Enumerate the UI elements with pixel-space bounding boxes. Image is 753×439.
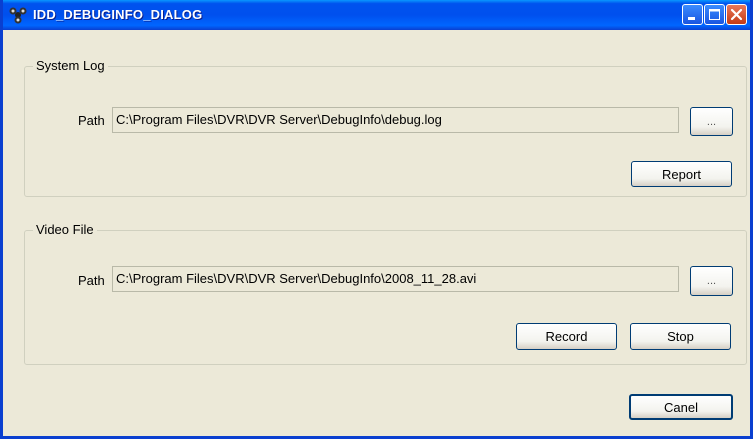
system-log-path-field[interactable]: C:\Program Files\DVR\DVR Server\DebugInf… bbox=[112, 107, 679, 133]
dvr-app-icon bbox=[9, 7, 27, 24]
system-log-browse-button[interactable]: ... bbox=[690, 107, 733, 136]
system-log-path-label: Path bbox=[78, 113, 105, 128]
cancel-button[interactable]: Canel bbox=[629, 394, 733, 420]
close-button[interactable] bbox=[726, 4, 747, 25]
video-file-path-field[interactable]: C:\Program Files\DVR\DVR Server\DebugInf… bbox=[112, 266, 679, 292]
video-file-path-label: Path bbox=[78, 273, 105, 288]
debuginfo-dialog: IDD_DEBUGINFO_DIALOG System Log Path C:\… bbox=[0, 0, 753, 439]
window-title: IDD_DEBUGINFO_DIALOG bbox=[33, 7, 203, 22]
maximize-icon bbox=[709, 9, 720, 20]
minimize-icon bbox=[688, 17, 695, 20]
minimize-button[interactable] bbox=[682, 4, 703, 25]
video-file-group-label: Video File bbox=[33, 222, 97, 237]
system-log-group-label: System Log bbox=[33, 58, 108, 73]
maximize-button[interactable] bbox=[704, 4, 725, 25]
close-icon bbox=[730, 8, 743, 21]
report-button[interactable]: Report bbox=[631, 161, 732, 187]
video-file-browse-button[interactable]: ... bbox=[690, 266, 733, 296]
stop-button[interactable]: Stop bbox=[630, 323, 731, 350]
record-button[interactable]: Record bbox=[516, 323, 617, 350]
title-bar[interactable]: IDD_DEBUGINFO_DIALOG bbox=[3, 0, 750, 30]
